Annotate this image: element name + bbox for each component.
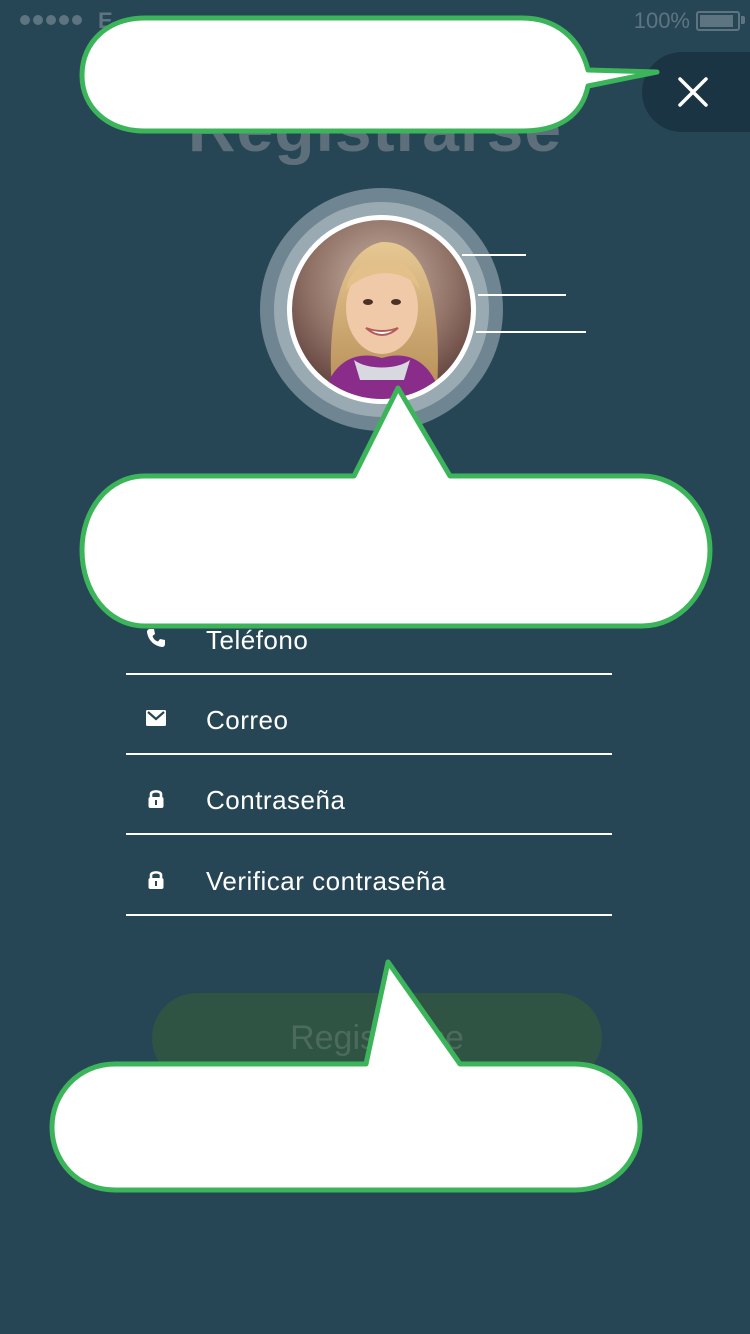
email-label: Correo bbox=[206, 705, 289, 735]
mail-icon bbox=[146, 710, 166, 726]
user-photo bbox=[292, 220, 471, 399]
lock-icon bbox=[148, 871, 164, 889]
phone-label: Teléfono bbox=[206, 625, 309, 655]
lock-icon bbox=[148, 790, 164, 808]
page-title: Registrarse bbox=[187, 91, 563, 165]
password-label: Contraseña bbox=[206, 785, 346, 815]
battery-icon bbox=[696, 11, 740, 31]
verify-password-label: Verificar contraseña bbox=[206, 866, 446, 896]
avatar[interactable] bbox=[260, 188, 503, 431]
phone-field[interactable]: Teléfono bbox=[126, 613, 612, 675]
battery-percent: 100% bbox=[633, 8, 690, 33]
phone-icon bbox=[147, 629, 165, 647]
carrier-name: E bbox=[98, 8, 113, 33]
email-field[interactable]: Correo bbox=[126, 693, 612, 755]
signal-icon bbox=[20, 15, 82, 25]
status-bar: E 100% bbox=[0, 0, 750, 40]
register-button[interactable]: Registrarse bbox=[152, 993, 602, 1083]
verify-password-field[interactable]: Verificar contraseña bbox=[126, 854, 612, 916]
password-field[interactable]: Contraseña bbox=[126, 773, 612, 835]
